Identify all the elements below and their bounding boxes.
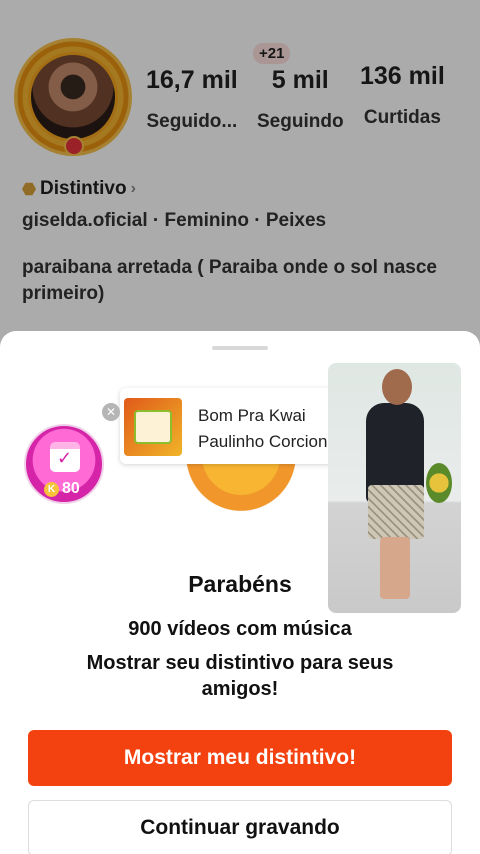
continue-recording-button[interactable]: Continuar gravando — [28, 800, 452, 854]
music-artist: Paulinho Corcione — [198, 432, 337, 451]
sheet-grabber[interactable] — [212, 346, 268, 350]
preview-plant — [426, 463, 452, 503]
preview-person-skirt — [368, 485, 424, 539]
album-cover-art — [134, 410, 172, 444]
badge-coin-count: K 80 — [44, 480, 80, 498]
congrats-subtitle: 900 vídeos com música — [128, 618, 352, 640]
show-badge-button[interactable]: Mostrar meu distintivo! — [28, 730, 452, 786]
preview-person-head — [382, 369, 412, 405]
congrats-title: Parabéns — [188, 571, 292, 597]
congrats-message: Mostrar seu distintivo para seus amigos! — [86, 652, 394, 700]
coin-icon: K — [44, 481, 59, 497]
music-video-badge[interactable]: ✓ K 80 — [24, 424, 104, 504]
checkmark-icon: ✓ — [57, 448, 73, 468]
music-title: Bom Pra Kwai — [198, 406, 306, 425]
badge-coin-value: 80 — [62, 480, 80, 497]
close-icon[interactable]: ✕ — [102, 403, 120, 421]
album-cover — [124, 398, 182, 456]
